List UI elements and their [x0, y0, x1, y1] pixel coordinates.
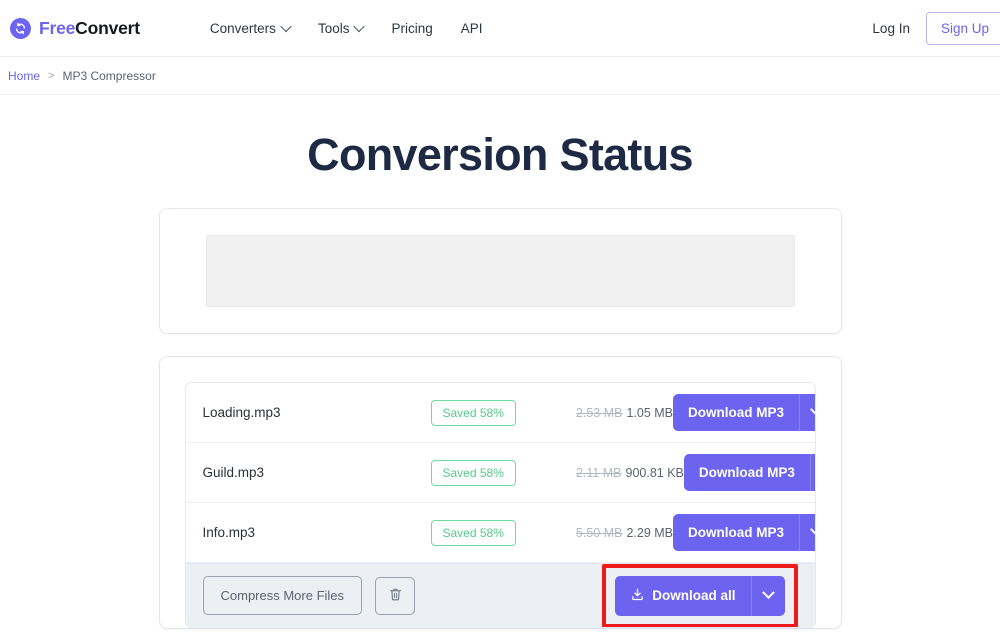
file-size-original: 5.50 MB	[575, 525, 623, 540]
chevron-down-icon	[761, 586, 775, 600]
download-all-button[interactable]: Download all	[615, 575, 785, 616]
chevron-down-icon	[280, 20, 292, 33]
file-size-original: 2.11 MB	[575, 465, 622, 480]
nav-label-converters: Converters	[209, 20, 276, 36]
compress-more-files-button[interactable]: Compress More Files	[202, 576, 363, 615]
file-sizes: 5.50 MB 2.29 MB	[516, 526, 673, 540]
download-mp3-button[interactable]: Download MP3	[683, 454, 815, 491]
download-all-options-chevron-button[interactable]	[750, 575, 785, 616]
table-row: Loading.mp3 Saved 58% 2.53 MB 1.05 MB Do…	[185, 383, 815, 443]
download-mp3-button[interactable]: Download MP3	[673, 514, 815, 551]
ad-slot	[205, 235, 795, 307]
nav-label-api: API	[460, 20, 483, 36]
file-sizes: 2.11 MB 900.81 KB	[516, 466, 684, 480]
ad-placeholder-card	[159, 209, 841, 333]
chevron-down-icon	[810, 403, 815, 417]
download-options-chevron-button[interactable]	[799, 514, 815, 551]
file-name: Loading.mp3	[202, 405, 281, 420]
breadcrumb-home[interactable]: Home	[8, 69, 40, 83]
brand-convert: Convert	[75, 17, 140, 38]
nav-item-converters[interactable]: Converters	[196, 15, 304, 42]
page-title: Conversion Status	[307, 129, 693, 180]
download-icon	[630, 587, 645, 605]
chevron-down-icon	[810, 523, 815, 537]
page-content: Conversion Status Loading.mp3 Saved 58% …	[0, 95, 1000, 628]
breadcrumb-separator-icon: >	[48, 69, 55, 82]
nav-item-pricing[interactable]: Pricing	[377, 15, 446, 42]
delete-all-button[interactable]	[375, 576, 416, 615]
login-link[interactable]: Log In	[872, 21, 910, 36]
download-mp3-label: Download MP3	[688, 525, 785, 540]
nav-label-pricing: Pricing	[391, 20, 433, 36]
brand-free: Free	[39, 17, 76, 38]
download-all-label-group: Download all	[615, 576, 750, 616]
brand-logo[interactable]: FreeConvert	[10, 17, 140, 39]
download-all-label: Download all	[652, 588, 736, 603]
file-size-new: 2.29 MB	[626, 525, 674, 540]
site-header: FreeConvert Converters Tools Pricing API…	[0, 0, 1000, 57]
download-mp3-label: Download MP3	[698, 465, 795, 480]
files-card: Loading.mp3 Saved 58% 2.53 MB 1.05 MB Do…	[159, 357, 841, 628]
download-mp3-label: Download MP3	[688, 405, 785, 420]
brand-text: FreeConvert	[39, 18, 140, 39]
file-name: Guild.mp3	[202, 465, 265, 480]
nav-label-tools: Tools	[317, 20, 350, 36]
signup-button[interactable]: Sign Up	[925, 12, 1000, 45]
table-row: Guild.mp3 Saved 58% 2.11 MB 900.81 KB Do…	[185, 443, 815, 503]
header-account-area: Log In Sign Up	[872, 0, 1000, 57]
file-size-new: 1.05 MB	[626, 405, 674, 420]
sync-circle-icon	[10, 17, 31, 39]
nav-item-api[interactable]: API	[447, 15, 497, 42]
download-all-highlight-annotation: Download all	[602, 563, 798, 627]
download-options-chevron-button[interactable]	[799, 394, 815, 431]
table-row: Info.mp3 Saved 58% 5.50 MB 2.29 MB Downl…	[185, 503, 815, 563]
status-badge: Saved 58%	[430, 519, 516, 546]
chevron-down-icon	[353, 20, 366, 33]
breadcrumb-current: MP3 Compressor	[62, 68, 156, 83]
file-sizes: 2.53 MB 1.05 MB	[516, 406, 673, 420]
files-action-bar: Compress More Files Download all	[185, 563, 815, 627]
nav-item-tools[interactable]: Tools	[304, 15, 378, 42]
status-badge: Saved 58%	[430, 459, 516, 486]
breadcrumb: Home > MP3 Compressor	[0, 57, 1000, 95]
files-list: Loading.mp3 Saved 58% 2.53 MB 1.05 MB Do…	[184, 382, 816, 628]
file-name: Info.mp3	[202, 525, 256, 540]
download-options-chevron-button[interactable]	[809, 454, 815, 491]
trash-icon	[388, 586, 403, 606]
download-mp3-button[interactable]: Download MP3	[673, 394, 815, 431]
file-size-new: 900.81 KB	[625, 465, 684, 480]
main-nav: Converters Tools Pricing API	[196, 15, 497, 42]
status-badge: Saved 58%	[430, 399, 516, 426]
file-size-original: 2.53 MB	[575, 405, 623, 420]
